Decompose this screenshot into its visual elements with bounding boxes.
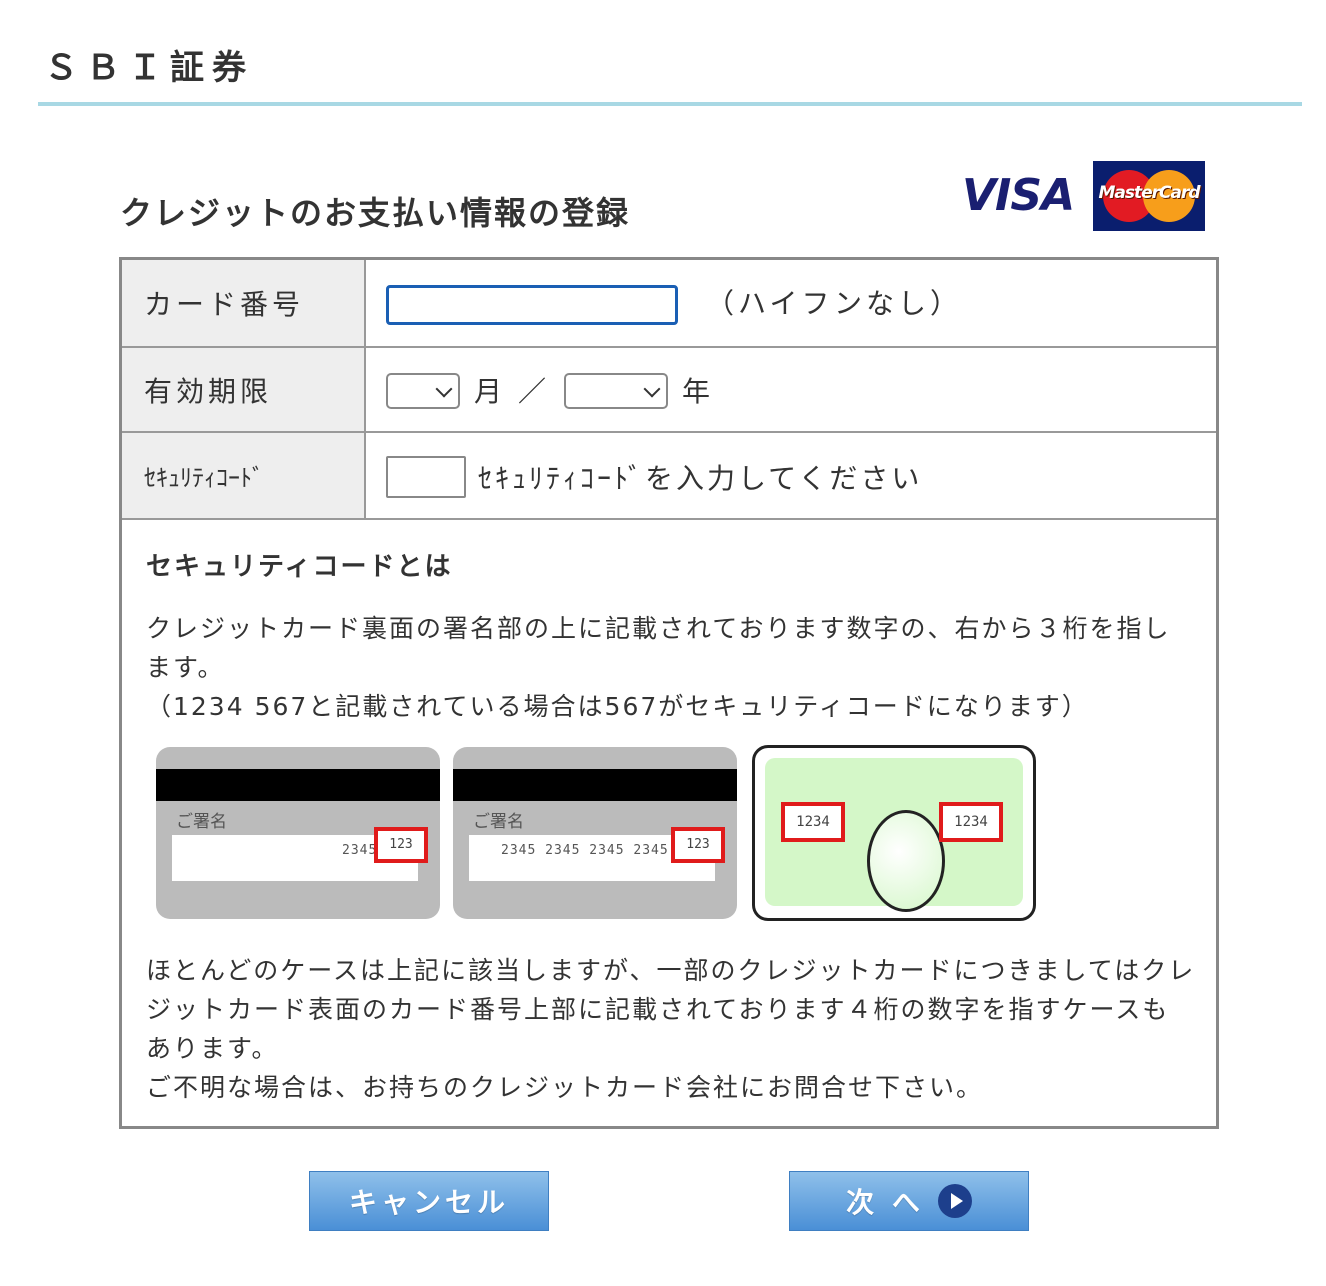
cancel-button-label: キャンセル [348, 1186, 509, 1219]
card-back-illustration: ご署名 2345 123 [156, 747, 440, 919]
front-code-highlight-right: 1234 [939, 802, 1003, 842]
visa-logo-text: VISA [962, 170, 1075, 221]
expiry-row: 有効期限 月 ／ 年 [122, 348, 1216, 433]
card-number-row: カード番号 （ハイフンなし） [122, 260, 1216, 348]
card-number-label: カード番号 [122, 260, 366, 346]
cancel-button[interactable]: キャンセル [309, 1171, 549, 1231]
card-numbers: 2345 [342, 843, 378, 858]
explanation-paragraph-3: ほとんどのケースは上記に該当しますが、一部のクレジットカードにつきましてはクレジ… [146, 956, 1196, 1063]
security-code-highlight: 123 [671, 827, 725, 863]
magnetic-stripe [156, 769, 440, 801]
explanation-paragraph-4: ご不明な場合は、お持ちのクレジットカード会社にお問合せ下さい。 [146, 1073, 984, 1102]
next-button-label: 次 へ [846, 1186, 924, 1219]
expiry-year-label: 年 [682, 375, 711, 408]
signature-label: ご署名 [176, 812, 227, 832]
brand-logo: ＳＢＩ証券 [44, 48, 254, 88]
hologram-oval [867, 810, 945, 912]
explanation-paragraph-1: クレジットカード裏面の署名部の上に記載されております数字の、右から３桁を指します… [146, 614, 1171, 682]
security-code-heading: セキュリティコードとは [146, 552, 453, 582]
security-code-hint: ｾｷｭﾘﾃｨｺｰﾄﾞを入力してください [478, 462, 923, 495]
explanation-paragraph-2: （1234 567と記載されている場合は567がセキュリティコードになります） [146, 692, 1089, 721]
card-number-hint: （ハイフンなし） [706, 287, 963, 320]
security-code-highlight: 123 [374, 827, 428, 863]
security-code-row: ｾｷｭﾘﾃｨｺｰﾄﾞ ｾｷｭﾘﾃｨｺｰﾄﾞを入力してください [122, 433, 1216, 520]
mastercard-logo: MasterCard [1093, 161, 1205, 231]
magnetic-stripe [453, 769, 737, 801]
card-numbers: 2345 2345 2345 2345 [501, 843, 669, 858]
front-code-highlight-left: 1234 [781, 802, 845, 842]
card-front-face: 1234 1234 [765, 758, 1023, 912]
page-title: クレジットのお支払い情報の登録 [120, 194, 631, 232]
expiry-separator: ／ [518, 375, 547, 408]
mastercard-logo-text: MasterCard [1098, 183, 1200, 203]
payment-form: カード番号 （ハイフンなし） 有効期限 月 ／ 年 ｾｷｭﾘﾃｨｺｰﾄﾞ ｾｷｭ… [119, 257, 1219, 1129]
security-code-input[interactable] [386, 456, 466, 498]
expiry-month-select[interactable] [386, 373, 460, 409]
chevron-down-icon [643, 380, 661, 398]
security-code-notes: ほとんどのケースは上記に該当しますが、一部のクレジットカードにつきましてはクレジ… [146, 951, 1196, 1107]
expiry-label: 有効期限 [122, 348, 366, 431]
security-code-illustrations: ご署名 2345 123 ご署名 2345 2345 2345 2345 123… [156, 745, 1036, 925]
visa-logo: VISA [962, 170, 1075, 221]
play-arrow-icon [937, 1184, 972, 1218]
security-code-label: ｾｷｭﾘﾃｨｺｰﾄﾞ [122, 433, 366, 518]
card-front-illustration: 1234 1234 [752, 745, 1036, 921]
next-button[interactable]: 次 へ [789, 1171, 1029, 1231]
signature-label: ご署名 [473, 812, 524, 832]
card-number-input[interactable] [386, 285, 678, 325]
chevron-down-icon [435, 380, 453, 398]
header-divider [38, 102, 1302, 106]
security-code-explanation: セキュリティコードとは クレジットカード裏面の署名部の上に記載されております数字… [146, 546, 1196, 726]
card-back-illustration: ご署名 2345 2345 2345 2345 123 [453, 747, 737, 919]
expiry-year-select[interactable] [564, 373, 668, 409]
expiry-month-label: 月 [474, 375, 503, 408]
